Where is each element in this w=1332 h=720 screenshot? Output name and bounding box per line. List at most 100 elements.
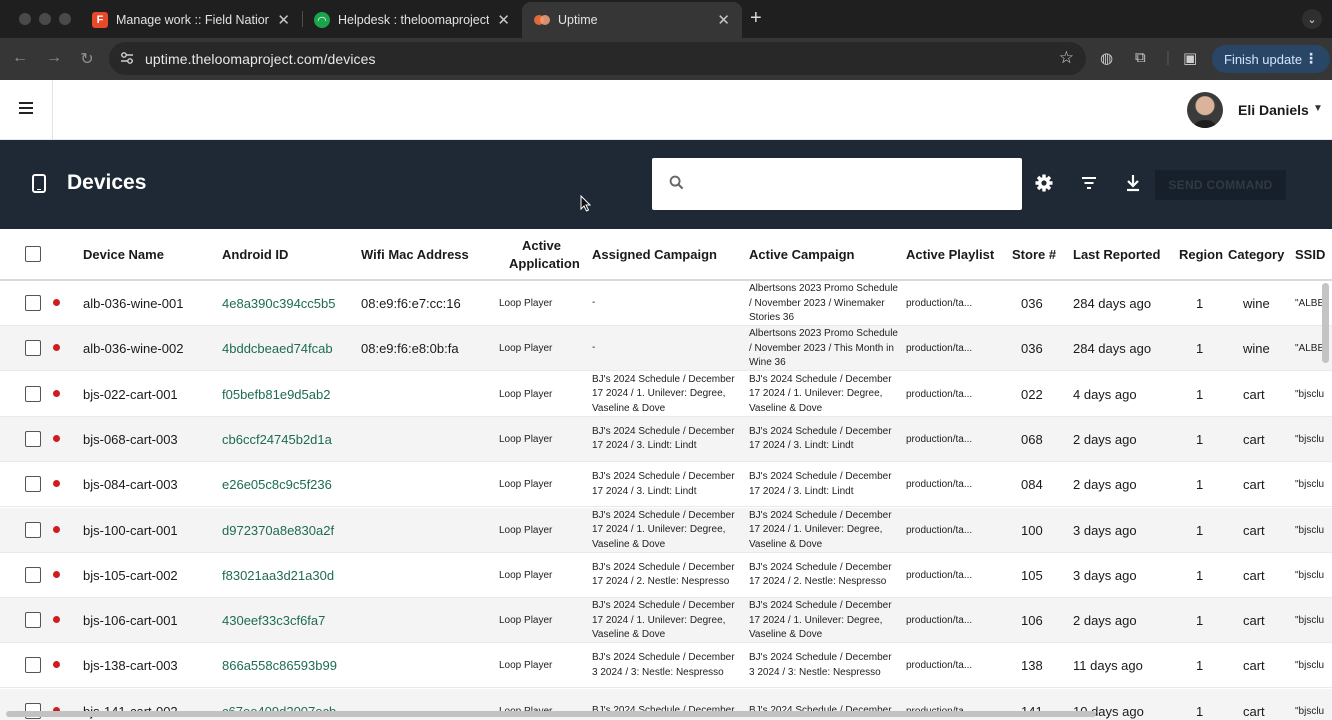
menu-hamburger-icon[interactable] <box>19 102 33 114</box>
browser-tab-helpdesk[interactable]: ◠ Helpdesk : theloomaproject ✕ <box>302 2 522 38</box>
column-header-active-playlist[interactable]: Active Playlist <box>906 247 994 262</box>
avatar[interactable] <box>1187 92 1223 128</box>
chevron-down-icon[interactable]: ▼ <box>1313 103 1323 114</box>
tab-search-chevron-icon[interactable]: ⌄ <box>1302 9 1322 29</box>
column-header-active-campaign[interactable]: Active Campaign <box>749 247 854 262</box>
row-checkbox[interactable] <box>25 295 41 311</box>
device-name[interactable]: bjs-138-cart-003 <box>83 658 178 673</box>
row-checkbox[interactable] <box>25 521 41 538</box>
toolbar-divider: | <box>1166 49 1170 66</box>
row-checkbox[interactable] <box>25 430 41 447</box>
active-application: Loop Player <box>499 433 553 445</box>
url-text[interactable]: uptime.theloomaproject.com/devices <box>145 51 376 67</box>
send-command-button[interactable]: SEND COMMAND <box>1155 170 1286 200</box>
active-playlist: production/ta... <box>906 615 973 627</box>
row-checkbox[interactable] <box>25 657 41 674</box>
field-nation-icon: F <box>92 12 108 28</box>
devices-banner: Devices SEND COMMAND <box>0 140 1332 229</box>
assigned-campaign: - <box>592 297 596 308</box>
table-row[interactable]: bjs-084-cart-003 e26e05c8c9c5f236 Loop Pla… <box>0 462 1332 508</box>
header-divider <box>52 80 53 139</box>
row-checkbox[interactable] <box>25 385 41 402</box>
row-checkbox[interactable] <box>25 340 41 357</box>
minimize-window-icon[interactable] <box>39 13 51 25</box>
close-window-icon[interactable] <box>19 13 31 25</box>
column-header-device-name[interactable]: Device Name <box>83 247 164 262</box>
row-checkbox[interactable] <box>25 476 41 493</box>
wifi-mac: 08:e9:f6:e7:cc:16 <box>361 296 461 311</box>
table-row[interactable]: bjs-105-cart-002 f83021aa3d21a30d Loop Pla… <box>0 553 1332 598</box>
last-reported: 284 days ago <box>1073 341 1152 357</box>
address-bar[interactable]: uptime.theloomaproject.com/devices ☆ <box>109 42 1086 75</box>
search-box[interactable] <box>652 158 1022 210</box>
device-name[interactable]: bjs-105-cart-002 <box>83 568 178 583</box>
android-id-link[interactable]: d972370a8e830a2f <box>222 523 334 538</box>
bookmark-star-icon[interactable]: ☆ <box>1059 48 1074 68</box>
device-name[interactable]: alb-036-wine-002 <box>83 341 183 356</box>
device-name[interactable]: bjs-068-cart-003 <box>83 432 178 447</box>
device-name[interactable]: bjs-106-cart-001 <box>83 613 178 628</box>
row-checkbox[interactable] <box>25 566 41 583</box>
active-campaign: BJ's 2024 Schedule / December 17 2024 / … <box>749 509 892 550</box>
active-campaign: BJ's 2024 Schedule / December 17 2024 / … <box>749 425 892 452</box>
finish-update-button[interactable]: Finish update ⋮ <box>1212 45 1330 73</box>
close-tab-icon[interactable]: ✕ <box>497 11 510 29</box>
android-id-link[interactable]: 4bddcbeaed74fcab <box>222 341 333 356</box>
browser-tab-field-nation[interactable]: F Manage work :: Field Nation ✕ <box>80 2 302 38</box>
column-header-store[interactable]: Store # <box>1012 247 1056 262</box>
horizontal-scrollbar[interactable] <box>6 711 1096 717</box>
android-id-link[interactable]: cb6ccf24745b2d1a <box>222 432 332 447</box>
window-controls[interactable] <box>19 13 71 25</box>
active-playlist: production/ta... <box>906 660 973 672</box>
user-name[interactable]: Eli Daniels <box>1238 102 1309 118</box>
profile-icon[interactable]: ▣ <box>1183 49 1197 67</box>
android-id-link[interactable]: f83021aa3d21a30d <box>222 568 334 583</box>
site-settings-icon[interactable] <box>120 51 134 65</box>
close-tab-icon[interactable]: ✕ <box>277 11 290 29</box>
table-row[interactable]: bjs-022-cart-001 f05befb81e9d5ab2 Loop Pla… <box>0 372 1332 417</box>
back-arrow-icon[interactable]: ← <box>10 49 30 67</box>
forward-arrow-icon[interactable]: → <box>44 49 64 67</box>
column-header-category[interactable]: Category <box>1228 247 1284 262</box>
android-id-link[interactable]: e26e05c8c9c5f236 <box>222 477 332 492</box>
zoom-window-icon[interactable] <box>59 13 71 25</box>
android-id-link[interactable]: f05befb81e9d5ab2 <box>222 387 330 402</box>
column-header-region[interactable]: Region <box>1179 247 1223 262</box>
column-header-assigned-campaign[interactable]: Assigned Campaign <box>592 247 717 262</box>
table-row[interactable]: bjs-068-cart-003 cb6ccf24745b2d1a Loop Pla… <box>0 416 1332 462</box>
browser-tab-uptime[interactable]: Uptime ✕ <box>522 2 742 38</box>
column-header-android-id[interactable]: Android ID <box>222 247 288 262</box>
close-tab-icon[interactable]: ✕ <box>717 11 730 29</box>
column-header-wifi-mac[interactable]: Wifi Mac Address <box>361 247 469 262</box>
column-header-active-application[interactable]: Active Application <box>509 238 580 271</box>
device-name[interactable]: alb-036-wine-001 <box>83 296 183 311</box>
extensions-puzzle-icon[interactable]: ⧉ <box>1135 49 1146 66</box>
row-checkbox[interactable] <box>25 612 41 629</box>
reload-icon[interactable]: ↻ <box>77 49 97 69</box>
finish-update-label: Finish update <box>1224 51 1303 67</box>
download-icon[interactable] <box>1123 173 1143 193</box>
table-row[interactable]: bjs-138-cart-003 866a558c86593b99 Loop Pla… <box>0 643 1332 689</box>
android-id-link[interactable]: 866a558c86593b99 <box>222 658 337 673</box>
android-id-link[interactable]: 4e8a390c394cc5b5 <box>222 296 336 311</box>
extension-globe-icon[interactable]: ◍ <box>1100 49 1113 67</box>
table-row[interactable]: bjs-106-cart-001 430eef33c3cf6fa7 Loop Pla… <box>0 598 1332 644</box>
table-row[interactable]: alb-036-wine-002 4bddcbeaed74fcab 08:e9:f6… <box>0 326 1332 372</box>
last-reported: 2 days ago <box>1073 613 1137 629</box>
table-row[interactable]: bjs-100-cart-001 d972370a8e830a2f Loop Pla… <box>0 507 1332 553</box>
device-name[interactable]: bjs-100-cart-001 <box>83 523 178 538</box>
column-header-last-reported[interactable]: Last Reported <box>1073 247 1160 262</box>
gear-icon[interactable] <box>1034 173 1054 193</box>
search-input[interactable] <box>696 170 1006 198</box>
table-row[interactable]: alb-036-wine-001 4e8a390c394cc5b5 08:e9:f6… <box>0 281 1332 326</box>
new-tab-icon[interactable]: + <box>750 8 762 28</box>
filter-icon[interactable] <box>1079 173 1099 193</box>
devices-table-body: alb-036-wine-001 4e8a390c394cc5b5 08:e9:f6… <box>0 281 1332 720</box>
device-name[interactable]: bjs-084-cart-003 <box>83 477 178 492</box>
more-vert-icon[interactable]: ⋮ <box>1304 50 1318 67</box>
android-id-link[interactable]: 430eef33c3cf6fa7 <box>222 613 325 628</box>
vertical-scrollbar[interactable] <box>1322 283 1329 363</box>
column-header-ssid[interactable]: SSID <box>1295 247 1325 262</box>
device-name[interactable]: bjs-022-cart-001 <box>83 387 178 402</box>
select-all-checkbox[interactable] <box>25 246 41 262</box>
